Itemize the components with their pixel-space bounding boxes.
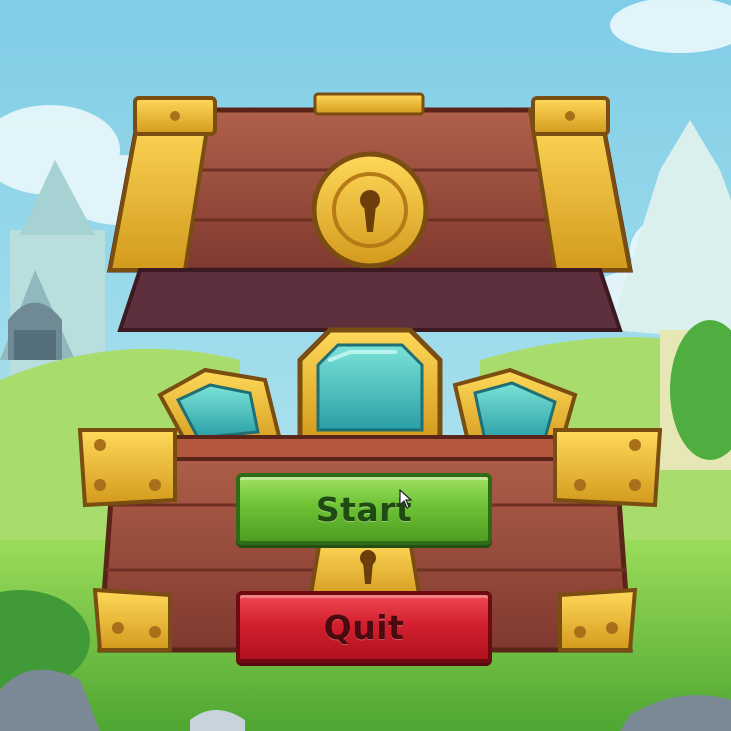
gem-center (297, 327, 443, 443)
chest-interior (117, 268, 623, 332)
cursor-arrow-icon (399, 489, 413, 509)
keyhole-icon (311, 151, 429, 269)
quit-button[interactable]: Quit (236, 591, 492, 663)
chest-lid (106, 92, 634, 273)
start-button[interactable]: Start (236, 473, 492, 545)
